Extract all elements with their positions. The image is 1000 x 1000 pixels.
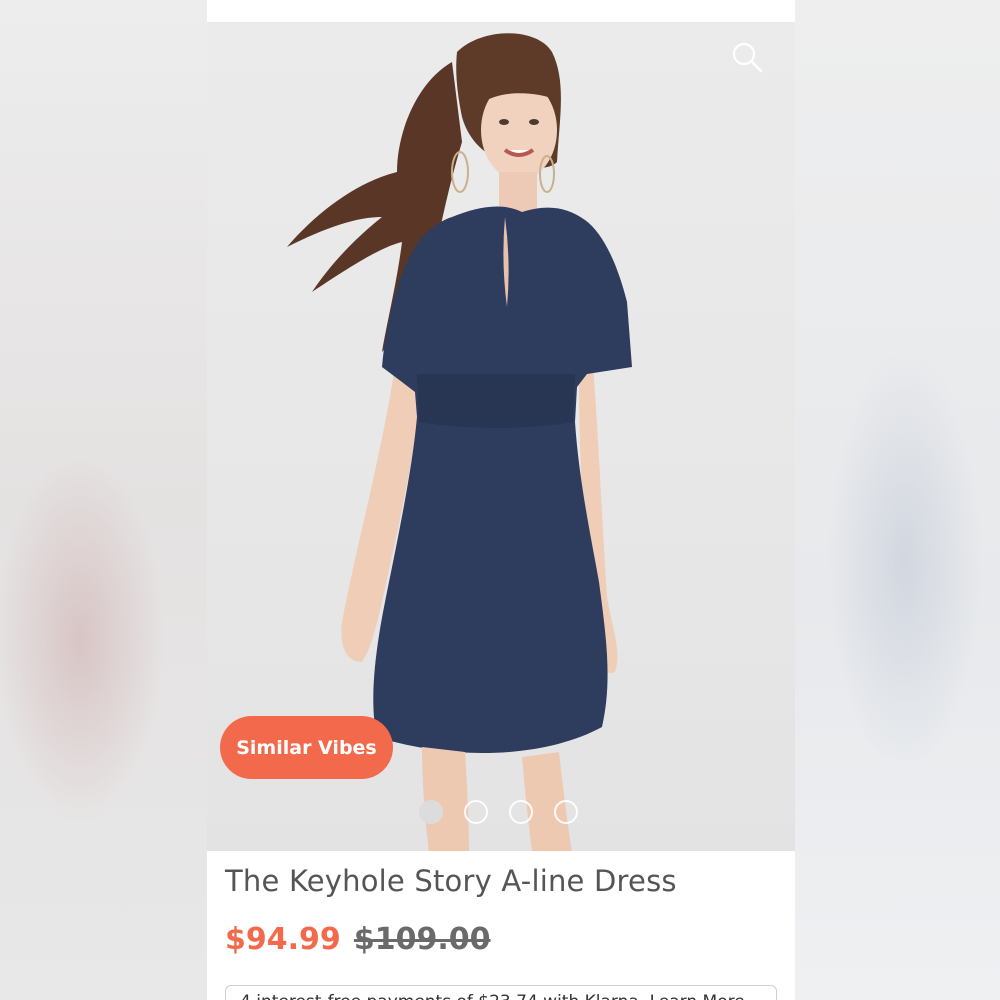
smile (503, 148, 535, 157)
carousel-dot-2[interactable] (464, 800, 488, 824)
background-left (0, 0, 207, 1000)
product-image[interactable]: Similar Vibes (207, 22, 795, 851)
top-strip (207, 0, 795, 22)
product-title: The Keyhole Story A-line Dress (225, 864, 677, 898)
product-page: Similar Vibes The Keyhole Story A-line D… (207, 0, 795, 1000)
search-icon (732, 42, 763, 73)
carousel-dot-3[interactable] (509, 800, 533, 824)
background-right (795, 0, 1000, 1000)
price-row: $94.99 $109.00 (225, 922, 491, 957)
carousel-dot-1[interactable] (419, 800, 443, 824)
image-carousel-indicators (419, 800, 578, 824)
sale-price: $94.99 (225, 922, 341, 957)
dress-waistband (417, 374, 575, 428)
carousel-dot-4[interactable] (554, 800, 578, 824)
earring-left (451, 151, 469, 193)
leg-left (422, 747, 469, 851)
original-price: $109.00 (353, 922, 491, 957)
search-button[interactable] (727, 37, 767, 77)
eye-right (529, 119, 539, 125)
installment-banner[interactable]: 4 interest-free payments of $23.74 with … (225, 985, 777, 1000)
similar-vibes-button[interactable]: Similar Vibes (220, 716, 393, 779)
eye-left (499, 119, 509, 125)
